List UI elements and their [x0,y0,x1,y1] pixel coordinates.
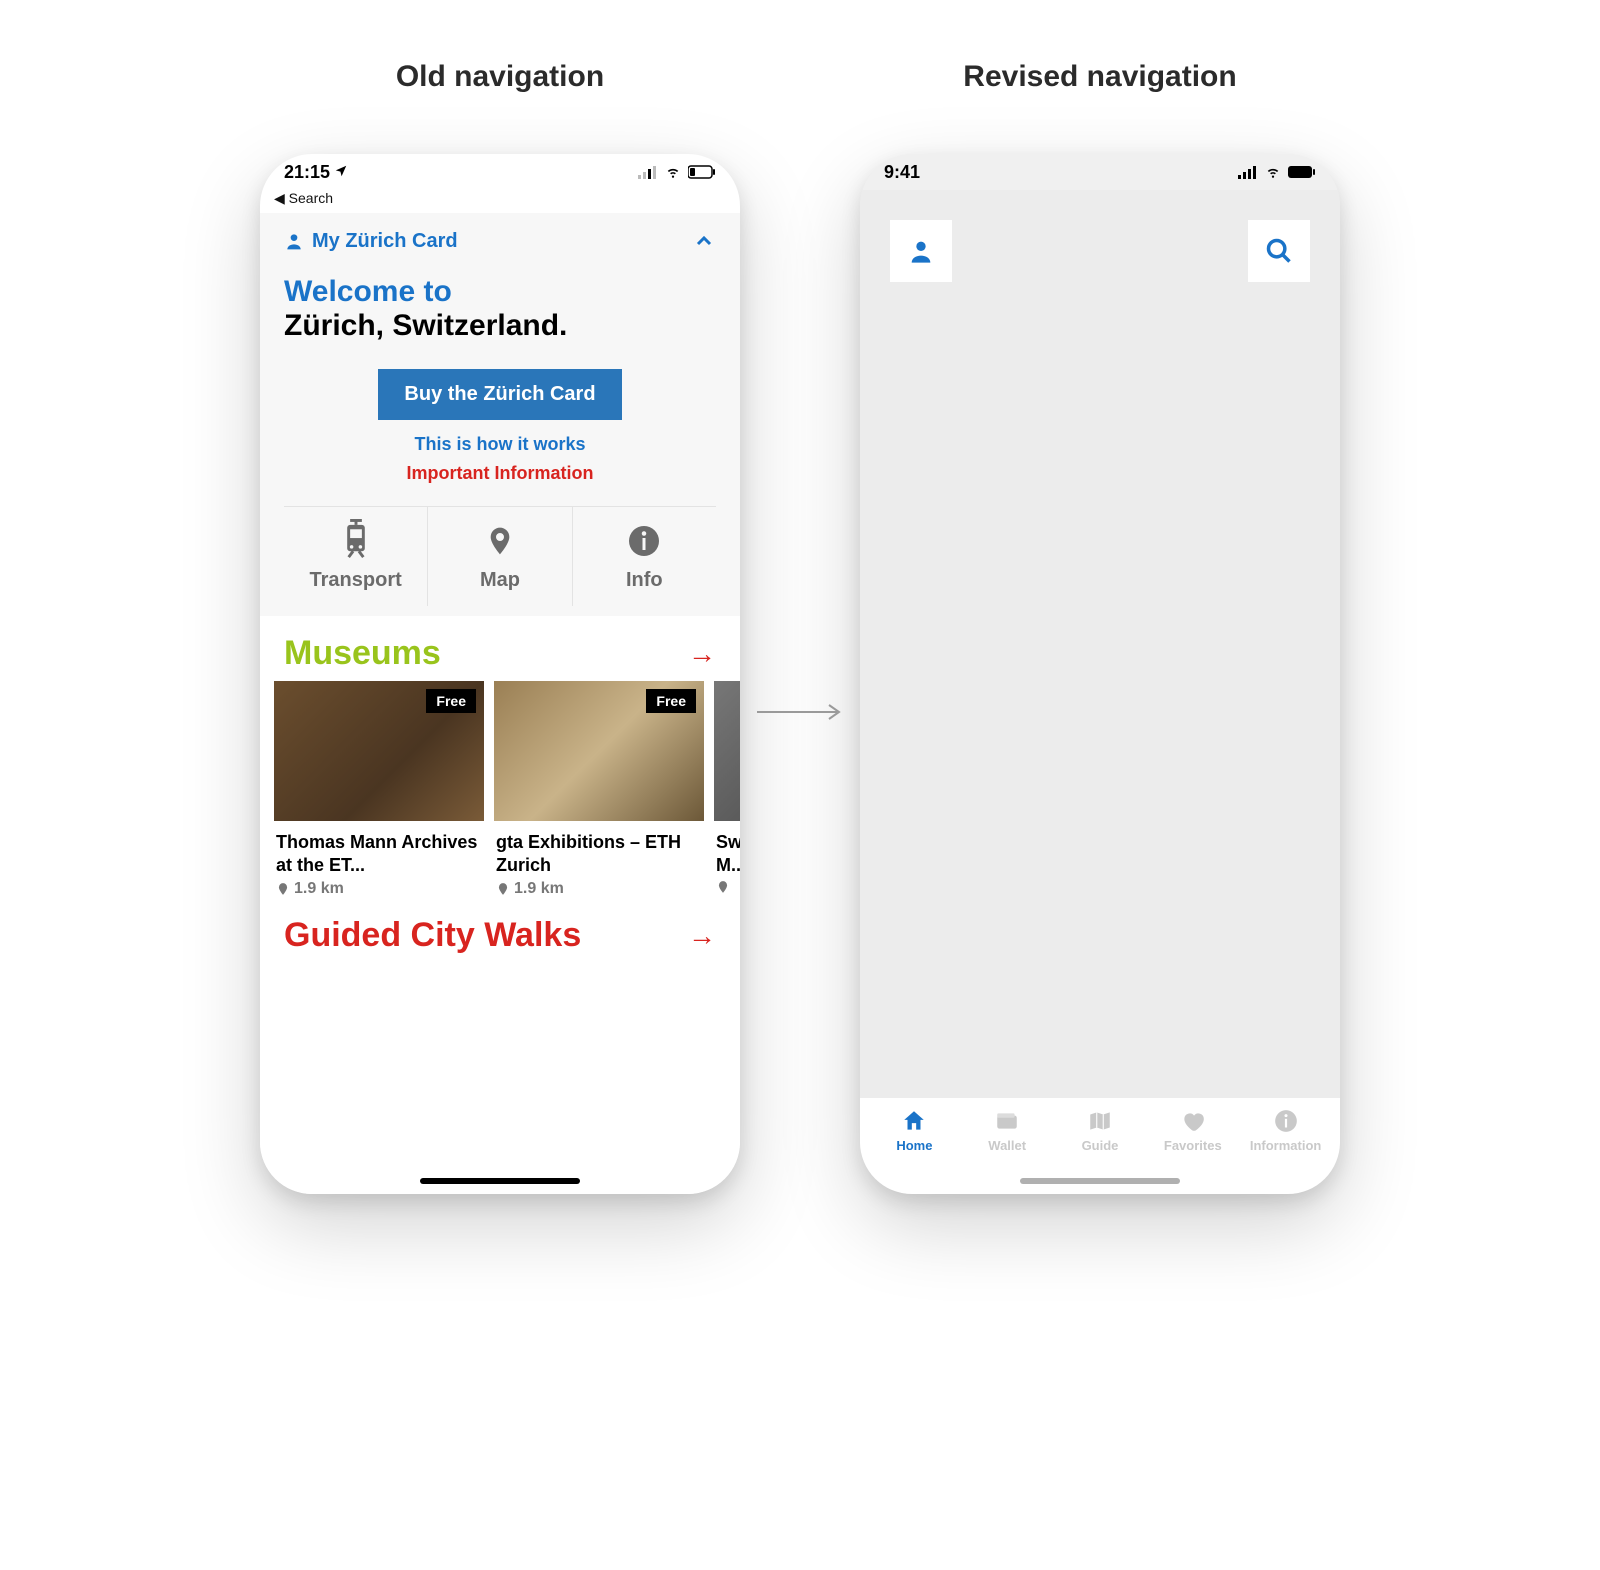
cellular-icon [1238,165,1258,179]
museum-image [714,681,740,821]
heart-icon [1180,1108,1206,1134]
museum-distance [716,880,740,894]
status-bar: 9:41 [860,154,1340,190]
pin-small-icon [716,880,730,894]
welcome-line1: Welcome to [284,275,716,309]
revised-column: Revised navigation 9:41 [860,60,1340,1194]
wifi-icon [664,165,682,179]
person-icon [907,237,935,265]
welcome-block: Welcome to Zürich, Switzerland. [284,275,716,343]
pin-small-icon [276,882,290,896]
home-icon [901,1108,927,1134]
cellular-icon [638,165,658,179]
home-indicator [420,1178,580,1184]
nav-guide[interactable]: Guide [1054,1108,1147,1170]
museum-title: gta Exhibitions – ETH Zurich [496,831,702,876]
home-indicator [1020,1178,1180,1184]
museum-card[interactable]: Free gta Exhibitions – ETH Zurich 1.9 km [494,681,704,898]
person-icon [284,231,304,251]
nav-information[interactable]: Information [1239,1108,1332,1170]
status-bar: 21:15 [260,154,740,190]
arrow-right-icon: → [688,920,716,952]
battery-icon [688,165,716,179]
welcome-line2: Zürich, Switzerland. [284,309,716,343]
nav-info[interactable]: Info [572,507,716,606]
revised-heading: Revised navigation [963,60,1236,94]
free-badge: Free [646,689,696,713]
museum-image: Free [274,681,484,821]
status-right [1238,165,1316,179]
nav-map[interactable]: Map [427,507,571,606]
transition-arrow-icon [755,700,845,729]
info-icon [626,519,662,563]
important-info-link[interactable]: Important Information [284,463,716,484]
status-time: 21:15 [284,162,330,183]
nav-transport[interactable]: Transport [284,507,427,606]
museum-card[interactable]: Sw M... [714,681,740,898]
arrow-right-icon: → [688,638,716,670]
museum-distance: 1.9 km [496,880,704,898]
nav-favorites[interactable]: Favorites [1146,1108,1239,1170]
status-right [638,165,716,179]
buy-card-button[interactable]: Buy the Zürich Card [378,369,621,420]
museum-image: Free [494,681,704,821]
pin-icon [484,519,516,563]
old-column: Old navigation 21:15 ◀ Search [260,60,740,1194]
search-button[interactable] [1248,220,1310,282]
phone-revised: 9:41 [860,154,1340,1194]
phone-old: 21:15 ◀ Search [260,154,740,1194]
chevron-up-icon [692,229,716,253]
three-nav: Transport Map Info [284,506,716,606]
museum-card[interactable]: Free Thomas Mann Archives at the ET... 1… [274,681,484,898]
tram-icon [338,519,374,563]
how-it-works-link[interactable]: This is how it works [284,434,716,455]
my-card-row[interactable]: My Zürich Card [284,229,716,253]
nav-home[interactable]: Home [868,1108,961,1170]
back-to-search[interactable]: ◀ Search [260,190,740,213]
museum-distance: 1.9 km [276,880,484,898]
museum-title: Thomas Mann Archives at the ET... [276,831,482,876]
info-circle-icon [1273,1108,1299,1134]
wifi-icon [1264,165,1282,179]
nav-wallet[interactable]: Wallet [961,1108,1054,1170]
profile-button[interactable] [890,220,952,282]
free-badge: Free [426,689,476,713]
walks-header[interactable]: Guided City Walks → [260,898,740,963]
battery-icon [1288,165,1316,179]
museums-row[interactable]: Free Thomas Mann Archives at the ET... 1… [260,681,740,898]
map-icon [1087,1108,1113,1134]
status-time: 9:41 [884,162,920,183]
my-card-label: My Zürich Card [312,230,458,253]
museum-title: Sw M... [716,831,740,876]
pin-small-icon [496,882,510,896]
wallet-icon [994,1108,1020,1134]
search-icon [1265,237,1293,265]
old-heading: Old navigation [396,60,604,94]
museums-header[interactable]: Museums → [260,616,740,681]
location-arrow-icon [334,162,348,183]
